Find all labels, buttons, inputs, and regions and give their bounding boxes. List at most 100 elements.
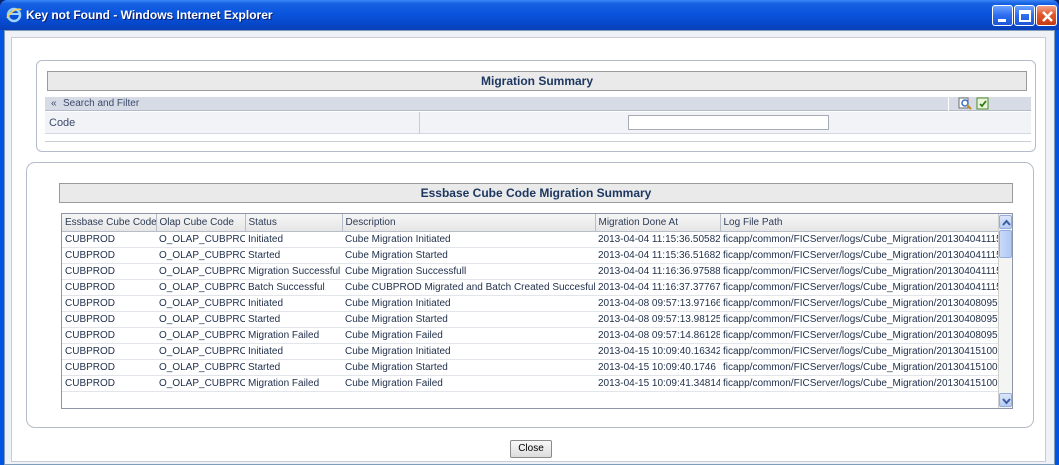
table-cell: CUBPROD bbox=[62, 263, 156, 280]
table-cell: Migration Failed bbox=[245, 327, 342, 344]
migration-summary-panel: Migration Summary « Search and Filter Co… bbox=[36, 60, 1036, 152]
ie-icon bbox=[6, 7, 22, 23]
migration-summary-title: Migration Summary bbox=[47, 71, 1027, 91]
table-cell: CUBPROD bbox=[62, 231, 156, 248]
table-cell: Cube Migration Started bbox=[342, 247, 595, 264]
table-row[interactable]: CUBPRODO_OLAP_CUBPRODStartedCube Migrati… bbox=[62, 247, 999, 264]
browser-content: Migration Summary « Search and Filter Co… bbox=[4, 30, 1055, 465]
table-row[interactable]: CUBPRODO_OLAP_CUBPRODStartedCube Migrati… bbox=[62, 359, 999, 376]
maximize-icon bbox=[1019, 10, 1031, 22]
table-cell: O_OLAP_CUBPROD bbox=[156, 295, 245, 312]
table-cell: Cube Migration Initiated bbox=[342, 343, 595, 360]
table-cell: O_OLAP_CUBPROD bbox=[156, 231, 245, 248]
table-cell: O_OLAP_CUBPROD bbox=[156, 311, 245, 328]
table-row[interactable]: CUBPRODO_OLAP_CUBPRODInitiatedCube Migra… bbox=[62, 295, 999, 312]
table-cell: CUBPROD bbox=[62, 343, 156, 360]
code-label: Code bbox=[49, 117, 76, 129]
table-row[interactable]: CUBPRODO_OLAP_CUBPRODMigration FailedCub… bbox=[62, 375, 999, 392]
table-header-row: Essbase Cube Code Olap Cube Code Status … bbox=[62, 214, 1000, 232]
window-title: Key not Found - Windows Internet Explore… bbox=[26, 8, 273, 22]
table-cell: Cube CUBPROD Migrated and Batch Created … bbox=[342, 279, 595, 296]
table-cell: Started bbox=[245, 311, 342, 328]
migration-grid: Essbase Cube Code Olap Cube Code Status … bbox=[61, 213, 1013, 409]
table-cell: CUBPROD bbox=[62, 279, 156, 296]
table-cell: 2013-04-04 11:16:36.975886 bbox=[595, 263, 720, 280]
column-header[interactable]: Migration Done At bbox=[595, 214, 721, 232]
minimize-button[interactable] bbox=[992, 5, 1013, 26]
chevron-down-icon bbox=[1002, 398, 1011, 405]
vertical-scrollbar[interactable] bbox=[998, 214, 1012, 408]
table-cell: Started bbox=[245, 359, 342, 376]
table-cell: Migration Successful bbox=[245, 263, 342, 280]
table-cell: 2013-04-08 09:57:14.861284 bbox=[595, 327, 720, 344]
collapse-icon[interactable]: « bbox=[51, 98, 57, 109]
table-cell: ficapp/common/FICServer/logs/Cube_Migrat… bbox=[720, 247, 999, 264]
table-row[interactable]: CUBPRODO_OLAP_CUBPRODBatch SuccessfulCub… bbox=[62, 279, 999, 296]
page-container: Migration Summary « Search and Filter Co… bbox=[11, 37, 1046, 462]
close-window-button[interactable] bbox=[1036, 5, 1057, 26]
table-cell: Cube Migration Failed bbox=[342, 375, 595, 392]
table-cell: ficapp/common/FICServer/logs/Cube_Migrat… bbox=[720, 343, 999, 360]
column-header[interactable]: Essbase Cube Code bbox=[62, 214, 157, 232]
table-cell: Cube Migration Started bbox=[342, 311, 595, 328]
browser-window: Key not Found - Windows Internet Explore… bbox=[0, 0, 1059, 465]
close-icon bbox=[1042, 11, 1053, 22]
column-header[interactable]: Status bbox=[245, 214, 343, 232]
table-cell: O_OLAP_CUBPROD bbox=[156, 327, 245, 344]
code-input[interactable] bbox=[628, 115, 829, 130]
table-cell: Initiated bbox=[245, 343, 342, 360]
table-cell: Cube Migration Started bbox=[342, 359, 595, 376]
table-cell: 2013-04-08 09:57:13.971668 bbox=[595, 295, 720, 312]
table-cell: Initiated bbox=[245, 295, 342, 312]
table-row[interactable]: CUBPRODO_OLAP_CUBPRODMigration FailedCub… bbox=[62, 327, 999, 344]
panel-divider bbox=[45, 138, 1031, 142]
table-row[interactable]: CUBPRODO_OLAP_CUBPRODInitiatedCube Migra… bbox=[62, 231, 999, 248]
chevron-up-icon bbox=[1002, 219, 1011, 226]
table-cell: O_OLAP_CUBPROD bbox=[156, 375, 245, 392]
table-cell: O_OLAP_CUBPROD bbox=[156, 279, 245, 296]
table-cell: O_OLAP_CUBPROD bbox=[156, 359, 245, 376]
column-header[interactable]: Log File Path bbox=[720, 214, 1000, 232]
essbase-summary-panel: Essbase Cube Code Migration Summary Essb… bbox=[26, 162, 1034, 428]
search-filter-label: Search and Filter bbox=[63, 98, 140, 109]
table-cell: ficapp/common/FICServer/logs/Cube_Migrat… bbox=[720, 327, 999, 344]
table-cell: ficapp/common/FICServer/logs/Cube_Migrat… bbox=[720, 311, 999, 328]
table-cell: Cube Migration Initiated bbox=[342, 231, 595, 248]
search-filter-bar[interactable]: « Search and Filter bbox=[45, 97, 1031, 111]
scroll-thumb[interactable] bbox=[999, 230, 1012, 258]
search-icon[interactable] bbox=[958, 97, 972, 110]
table-cell: CUBPROD bbox=[62, 247, 156, 264]
table-cell: ficapp/common/FICServer/logs/Cube_Migrat… bbox=[720, 231, 999, 248]
table-row[interactable]: CUBPRODO_OLAP_CUBPRODInitiatedCube Migra… bbox=[62, 343, 999, 360]
table-cell: CUBPROD bbox=[62, 359, 156, 376]
table-cell: CUBPROD bbox=[62, 327, 156, 344]
column-header[interactable]: Olap Cube Code bbox=[156, 214, 246, 232]
table-cell: O_OLAP_CUBPROD bbox=[156, 247, 245, 264]
table-cell: Cube Migration Failed bbox=[342, 327, 595, 344]
scroll-down-button[interactable] bbox=[999, 393, 1012, 407]
divider bbox=[419, 112, 420, 134]
reset-icon[interactable] bbox=[976, 97, 990, 110]
filter-toolbar bbox=[948, 97, 1020, 111]
table-cell: Batch Successful bbox=[245, 279, 342, 296]
table-cell: ficapp/common/FICServer/logs/Cube_Migrat… bbox=[720, 295, 999, 312]
table-cell: Cube Migration Successfull bbox=[342, 263, 595, 280]
table-row[interactable]: CUBPRODO_OLAP_CUBPRODStartedCube Migrati… bbox=[62, 311, 999, 328]
table-cell: O_OLAP_CUBPROD bbox=[156, 343, 245, 360]
table-cell: Initiated bbox=[245, 231, 342, 248]
table-cell: 2013-04-15 10:09:41.348144 bbox=[595, 375, 720, 392]
table-cell: 2013-04-04 11:16:37.377672 bbox=[595, 279, 720, 296]
table-cell: CUBPROD bbox=[62, 295, 156, 312]
code-filter-row: Code bbox=[45, 112, 1031, 134]
table-cell: O_OLAP_CUBPROD bbox=[156, 263, 245, 280]
table-cell: ficapp/common/FICServer/logs/Cube_Migrat… bbox=[720, 279, 999, 296]
scroll-up-button[interactable] bbox=[999, 215, 1012, 229]
table-row[interactable]: CUBPRODO_OLAP_CUBPRODMigration Successfu… bbox=[62, 263, 999, 280]
migration-table: Essbase Cube Code Olap Cube Code Status … bbox=[62, 214, 1000, 392]
table-cell: 2013-04-15 10:09:40.16342 bbox=[595, 343, 720, 360]
table-cell: CUBPROD bbox=[62, 311, 156, 328]
column-header[interactable]: Description bbox=[342, 214, 596, 232]
maximize-button[interactable] bbox=[1014, 5, 1035, 26]
close-button[interactable]: Close bbox=[510, 440, 552, 458]
table-cell: Started bbox=[245, 247, 342, 264]
